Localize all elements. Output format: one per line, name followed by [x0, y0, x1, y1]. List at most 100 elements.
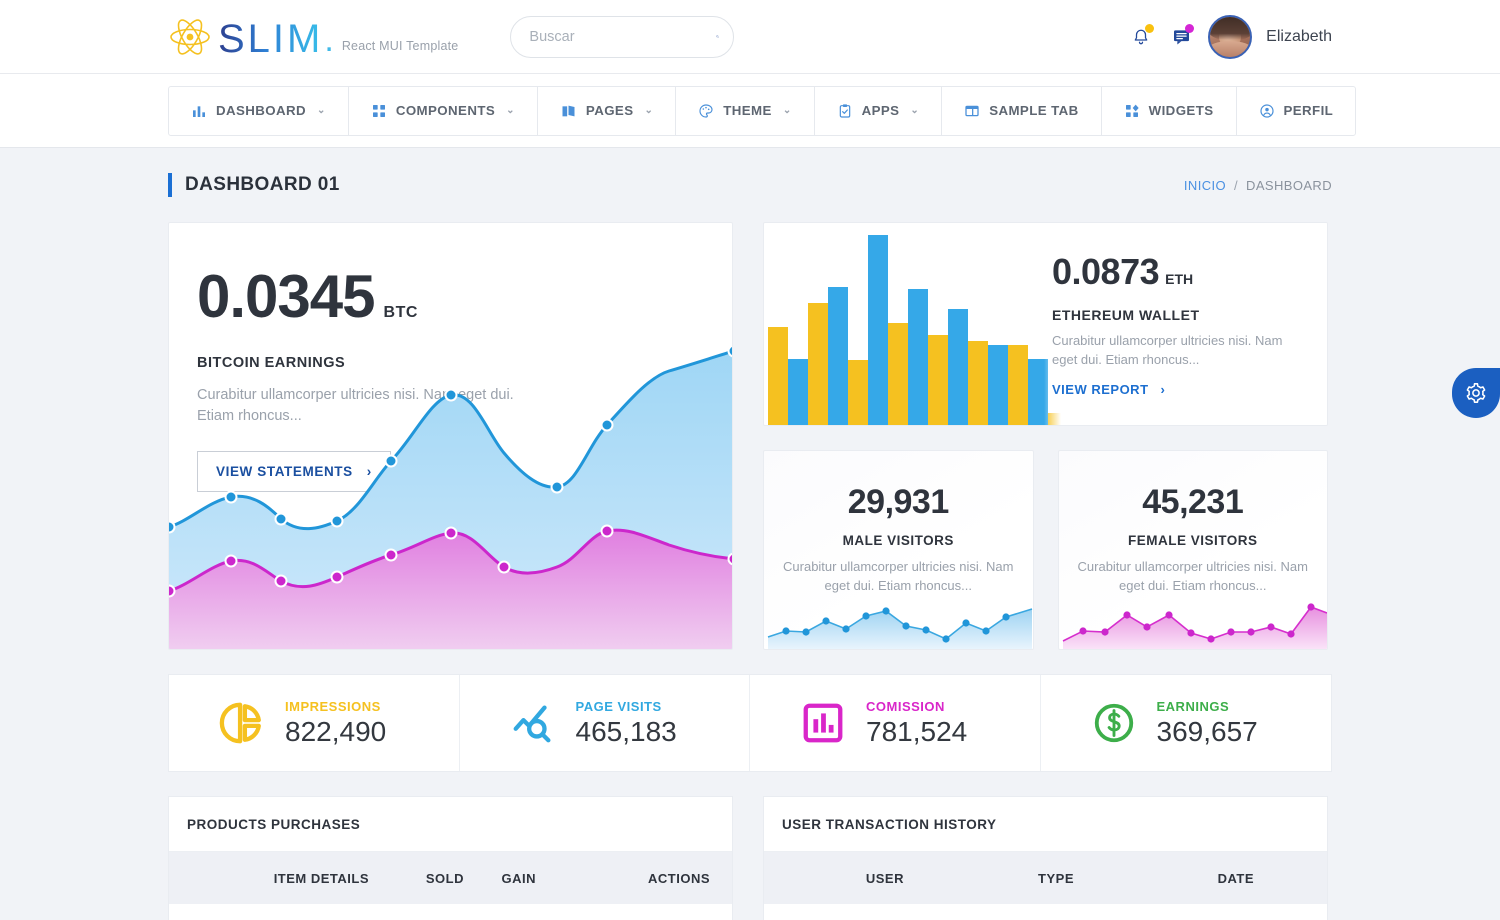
avatar[interactable] — [1208, 15, 1252, 59]
main-navigation: DASHBOARD ⌄ COMPONENTS ⌄ PAGES ⌄ — [0, 74, 1500, 148]
ethereum-value-row: 0.0873 ETH — [1052, 251, 1307, 293]
chevron-down-icon: ⌄ — [783, 105, 792, 116]
username-label: Elizabeth — [1266, 28, 1332, 46]
chevron-down-icon: ⌄ — [506, 105, 515, 116]
book-icon — [560, 103, 577, 119]
stat-label: IMPRESSIONS — [285, 699, 386, 714]
brand-dot: . — [324, 23, 333, 57]
female-visitors-label: FEMALE VISITORS — [1059, 533, 1328, 548]
ethereum-value: 0.0873 — [1052, 251, 1159, 292]
pie-chart-icon — [219, 700, 265, 746]
search-input[interactable] — [529, 29, 716, 45]
breadcrumb-separator: / — [1234, 178, 1238, 193]
female-visitors-card: 45,231 FEMALE VISITORS Curabitur ullamco… — [1058, 450, 1329, 650]
chevron-right-icon: › — [1161, 382, 1166, 397]
female-visitors-sparkline — [1059, 589, 1329, 649]
analytics-search-icon — [510, 700, 556, 746]
user-transaction-history-table: USER TRANSACTION HISTORY USER TYPE DATE — [763, 796, 1328, 920]
visitor-cards: 29,931 MALE VISITORS Curabitur ullamcorp… — [763, 450, 1328, 650]
nav-item-components[interactable]: COMPONENTS ⌄ — [349, 87, 538, 135]
nav-label: DASHBOARD — [216, 103, 306, 118]
right-column: 0.0873 ETH ETHEREUM WALLET Curabitur ulla… — [763, 222, 1328, 650]
column-type: TYPE — [904, 871, 1074, 886]
nav-item-apps[interactable]: APPS ⌄ — [815, 87, 943, 135]
ethereum-card-title: ETHEREUM WALLET — [1052, 307, 1307, 323]
table-row[interactable] — [169, 904, 732, 920]
bitcoin-value: 0.0345 — [197, 267, 375, 327]
ethereum-card-description: Curabitur ullamcorper ultricies nisi. Na… — [1052, 331, 1307, 369]
nav-label: PERFIL — [1284, 103, 1334, 118]
nav-item-perfil[interactable]: PERFIL — [1237, 87, 1356, 135]
page-title-wrap: DASHBOARD 01 — [168, 173, 340, 197]
nav-item-pages[interactable]: PAGES ⌄ — [538, 87, 676, 135]
stat-value: 369,657 — [1157, 716, 1258, 748]
chevron-down-icon: ⌄ — [644, 105, 653, 116]
column-actions: ACTIONS — [536, 871, 732, 886]
message-badge — [1185, 24, 1194, 33]
clipboard-check-icon — [837, 103, 853, 119]
table-row[interactable] — [764, 904, 1327, 920]
ethereum-bar-chart — [764, 223, 1044, 425]
notification-badge — [1145, 24, 1154, 33]
ethereum-unit: ETH — [1165, 271, 1193, 287]
chevron-down-icon: ⌄ — [317, 105, 326, 116]
nav-item-widgets[interactable]: WIDGETS — [1102, 87, 1237, 135]
products-table-header-row: ITEM DETAILS SOLD GAIN ACTIONS — [169, 852, 732, 904]
messages-button[interactable] — [1168, 23, 1194, 51]
stat-earnings[interactable]: EARNINGS 369,657 — [1041, 675, 1332, 771]
nav-item-sample-tab[interactable]: SAMPLE TAB — [942, 87, 1101, 135]
bitcoin-value-row: 0.0345BTC — [197, 267, 732, 327]
nav-label: THEME — [723, 103, 772, 118]
app-header: SLIM . React MUI Template — [0, 0, 1500, 74]
nav-label: SAMPLE TAB — [989, 103, 1078, 118]
stat-comission[interactable]: COMISSION 781,524 — [750, 675, 1041, 771]
grid-icon — [371, 103, 387, 119]
stat-impressions[interactable]: IMPRESSIONS 822,490 — [169, 675, 460, 771]
nav-label: COMPONENTS — [396, 103, 495, 118]
bar-chart-icon — [191, 103, 207, 119]
column-item-details: ITEM DETAILS — [169, 871, 369, 886]
settings-fab[interactable] — [1452, 368, 1500, 418]
page-content: DASHBOARD 01 INICIO / DASHBOARD 0.0345BT… — [0, 148, 1500, 920]
bottom-tables: PRODUCTS PURCHASES ITEM DETAILS SOLD GAI… — [168, 796, 1332, 920]
products-purchases-table: PRODUCTS PURCHASES ITEM DETAILS SOLD GAI… — [168, 796, 733, 920]
column-sold: SOLD — [369, 871, 464, 886]
products-table-title: PRODUCTS PURCHASES — [169, 797, 732, 852]
stat-value: 822,490 — [285, 716, 386, 748]
stat-value: 465,183 — [576, 716, 677, 748]
column-date: DATE — [1074, 871, 1254, 886]
breadcrumb-current: DASHBOARD — [1246, 178, 1332, 193]
male-visitors-sparkline — [764, 589, 1034, 649]
column-gain: GAIN — [464, 871, 536, 886]
nav-item-theme[interactable]: THEME ⌄ — [676, 87, 814, 135]
header-actions: Elizabeth — [1128, 15, 1332, 59]
transactions-table-header-row: USER TYPE DATE — [764, 852, 1327, 904]
dashboard-grid: 0.0345BTC BITCOIN EARNINGS Curabitur ull… — [168, 222, 1332, 650]
view-report-label: VIEW REPORT — [1052, 382, 1149, 397]
nav-item-dashboard[interactable]: DASHBOARD ⌄ — [169, 87, 349, 135]
search-box[interactable] — [510, 16, 734, 58]
column-user: USER — [764, 871, 904, 886]
dollar-circle-icon — [1091, 700, 1137, 746]
view-report-link[interactable]: VIEW REPORT › — [1052, 382, 1165, 397]
avatar-shoulders — [1208, 41, 1252, 57]
brand-name: SLIM — [218, 19, 323, 59]
gear-icon[interactable] — [1465, 382, 1487, 404]
search-icon[interactable] — [716, 27, 719, 46]
bar-chart-box-icon — [800, 700, 846, 746]
nav-label: WIDGETS — [1149, 103, 1214, 118]
male-visitors-label: MALE VISITORS — [764, 533, 1033, 548]
brand-logo[interactable]: SLIM . React MUI Template — [168, 15, 458, 59]
stat-page-visits[interactable]: PAGE VISITS 465,183 — [460, 675, 751, 771]
notifications-button[interactable] — [1128, 23, 1154, 51]
stat-label: COMISSION — [866, 699, 967, 714]
user-circle-icon — [1259, 103, 1275, 119]
stats-row: IMPRESSIONS 822,490 PAGE VISITS 465,183 — [168, 674, 1332, 772]
title-accent-bar — [168, 173, 172, 197]
nav-label: APPS — [862, 103, 900, 118]
nav-label: PAGES — [586, 103, 634, 118]
bitcoin-area-chart — [169, 329, 732, 649]
breadcrumb-home[interactable]: INICIO — [1184, 178, 1226, 193]
layout-icon — [964, 103, 980, 119]
male-visitors-card: 29,931 MALE VISITORS Curabitur ullamcorp… — [763, 450, 1034, 650]
